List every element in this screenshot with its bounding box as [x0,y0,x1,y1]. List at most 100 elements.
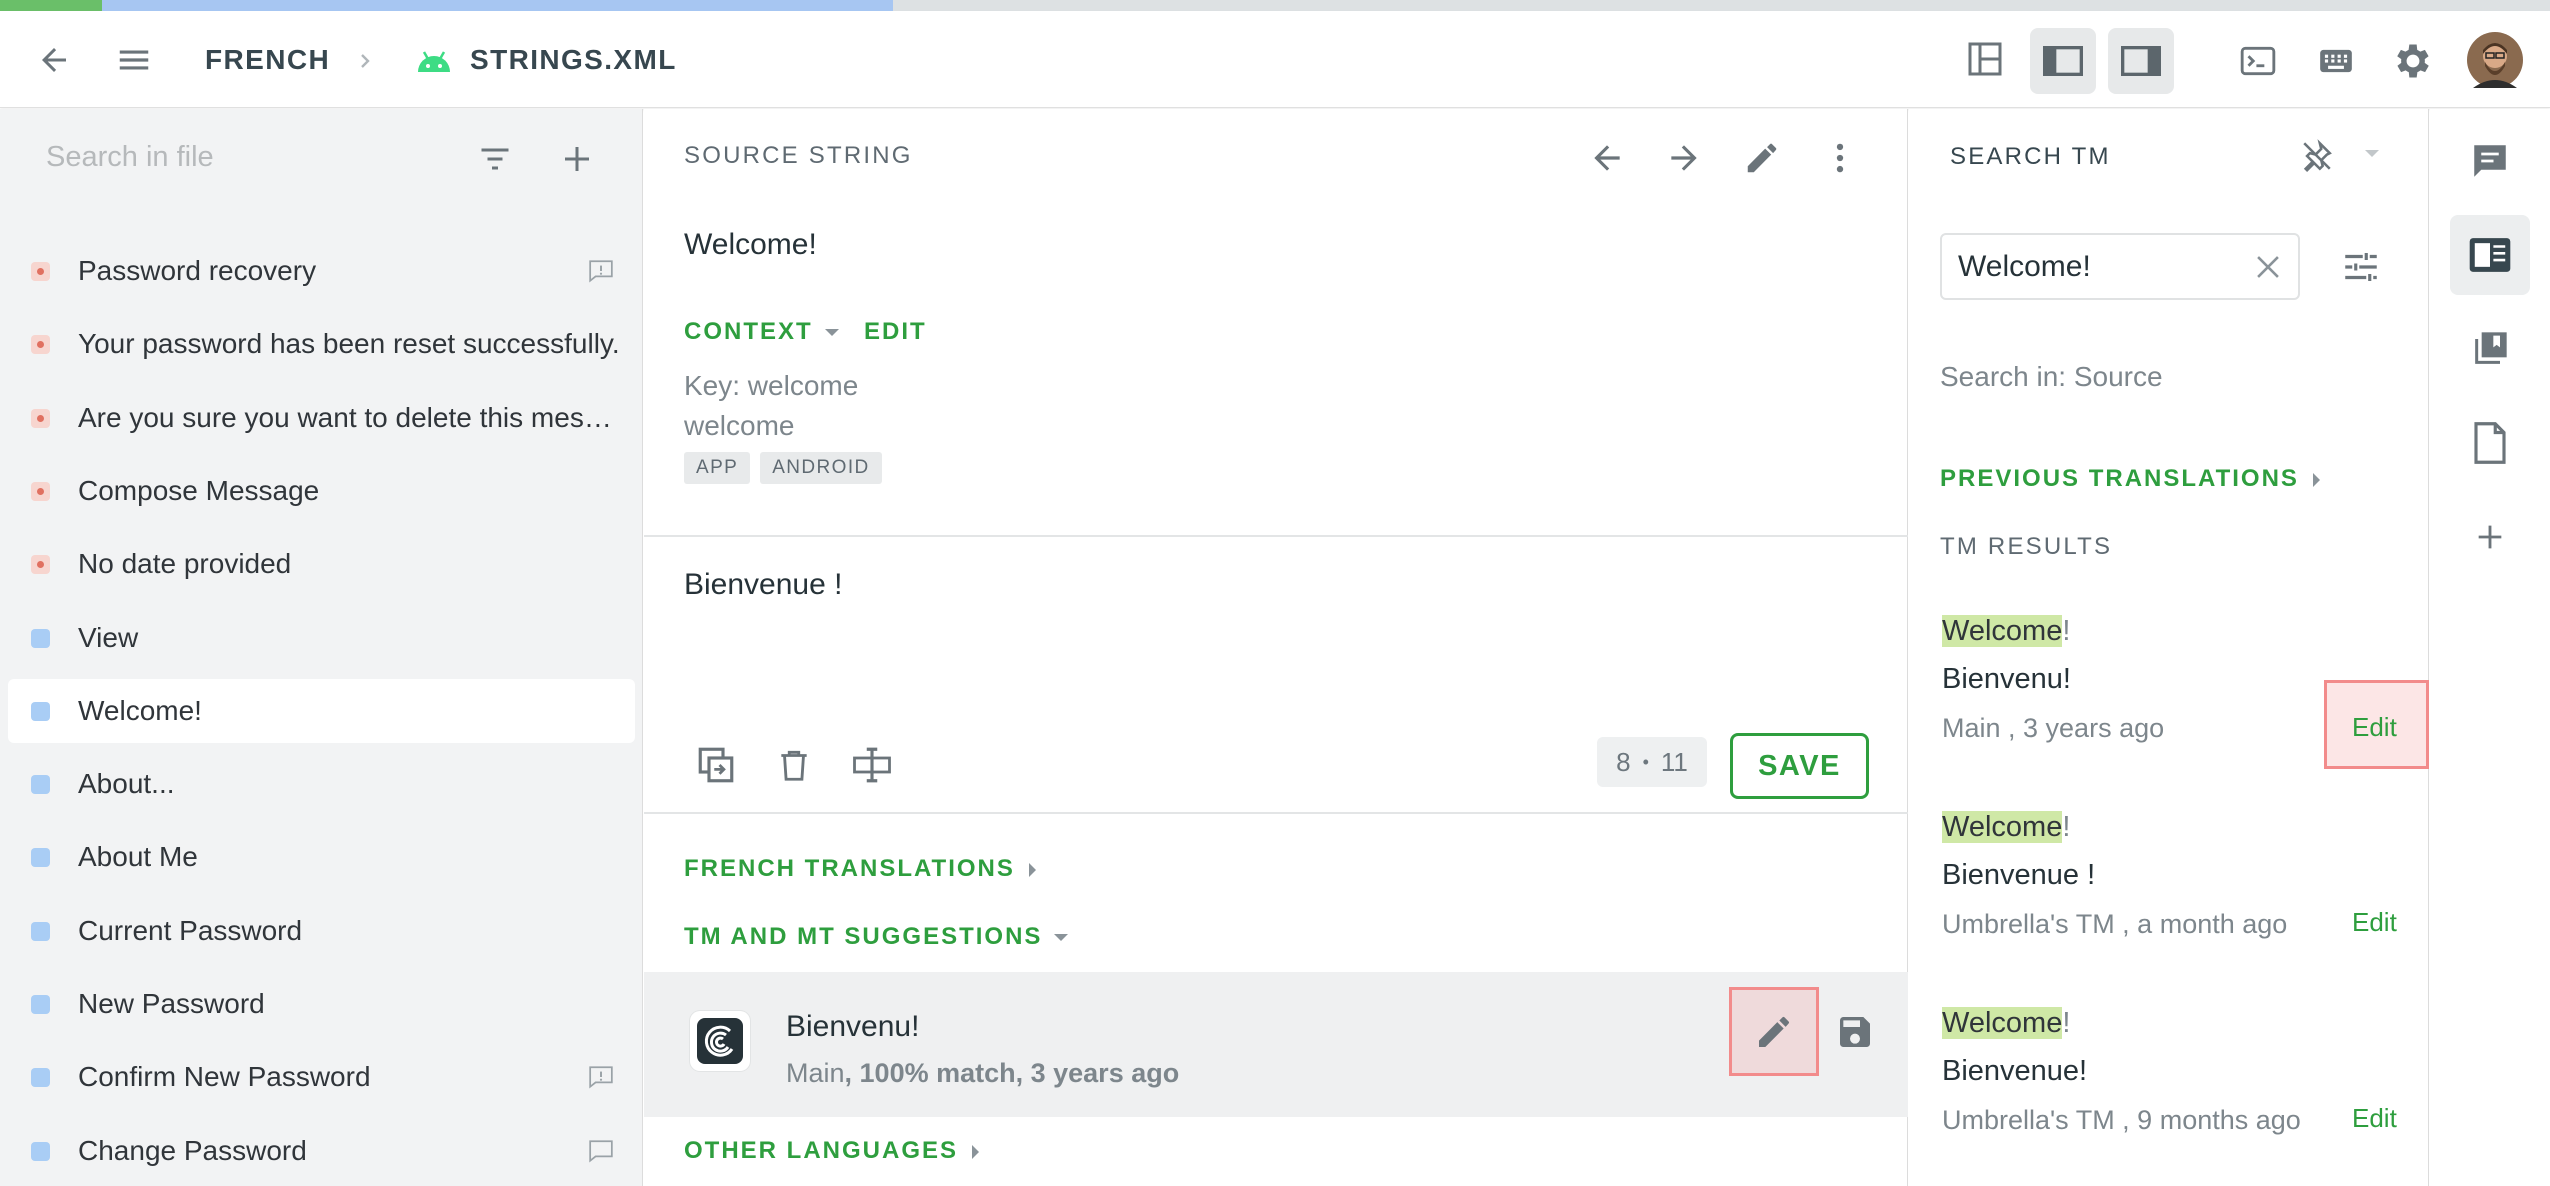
caret-down-icon [1054,934,1069,942]
panel-dropdown[interactable] [2365,147,2389,167]
editor-app: FRENCH STRINGS.XML Search in file Passwo… [0,0,2550,1186]
suggestion-meta-detail: , 100% match, 3 years ago [844,1058,1180,1088]
previous-translations-toggle[interactable]: PREVIOUS TRANSLATIONS [1940,465,2320,493]
string-list-item-label: View [78,621,139,653]
settings-button[interactable] [2385,33,2441,89]
previous-string-button[interactable] [1578,129,1636,187]
string-list-item[interactable]: Welcome! [8,678,635,743]
arrow-left-icon [42,48,66,72]
terminal-icon [2240,46,2276,76]
terminal-button[interactable] [2230,33,2286,89]
more-options-button[interactable] [1811,129,1869,187]
tm-result-meta: Main , 3 years ago [1942,713,2165,743]
glossary-tab[interactable] [2450,309,2530,389]
french-translations-toggle[interactable]: FRENCH TRANSLATIONS [684,855,1036,883]
tm-result-meta: Umbrella's TM , 9 months ago [1942,1105,2301,1135]
save-suggestion-button[interactable] [1827,1004,1883,1060]
search-in-file-input[interactable] [46,137,426,177]
glossary-icon [2475,332,2507,364]
layout-grid-button[interactable] [1954,28,2016,90]
tm-result: Welcome! Bienvenue ! Umbrella's TM , a mon… [1909,803,2429,983]
string-list-item-label: Your password has been reset successfull… [78,328,620,360]
string-list-item-label: About Me [78,841,198,873]
file-info-tab[interactable] [2450,403,2530,483]
tm-result: Welcome! Bienvenu! Main , 3 years ago Edit [1909,607,2429,787]
menu-button[interactable] [106,35,162,85]
tm-mt-suggestions-label: TM AND MT SUGGESTIONS [684,923,1043,950]
comment-icon [588,1139,614,1168]
string-list-item[interactable]: Password recovery [8,239,635,303]
tm-result-edit-link[interactable]: Edit [2352,907,2397,938]
breadcrumb-language[interactable]: FRENCH [205,11,330,108]
edit-suggestion-button[interactable] [1736,994,1812,1070]
string-list-item[interactable]: Confirm New Password [8,1045,635,1109]
progress-approved-segment [0,0,102,11]
strings-sidebar: Password recovery Your password has been … [0,109,643,1186]
add-string-button[interactable] [552,134,602,184]
user-avatar-button[interactable] [2465,30,2525,90]
string-list-item-label: Are you sure you want to delete this mes… [78,401,623,433]
special-chars-button[interactable] [844,737,900,793]
tm-settings-button[interactable] [2331,237,2391,297]
string-list-item[interactable]: About Me [8,825,635,889]
suggestion-row[interactable]: Bienvenu! Main, 100% match, 3 years ago [644,972,1908,1117]
layout-right-sidebar-icon [2121,46,2161,76]
string-list-item[interactable]: Your password has been reset successfull… [8,312,635,376]
string-list-item-label: Compose Message [78,474,320,506]
comments-tab[interactable] [2450,121,2530,201]
string-list-item[interactable]: New Password [8,972,635,1036]
tm-result-edit-link[interactable]: Edit [2352,1103,2397,1134]
untranslated-status-icon [31,335,50,355]
tm-result-edit-link[interactable]: Edit [2352,712,2397,743]
tm-search-input[interactable] [1958,247,2238,287]
breadcrumb-file[interactable]: STRINGS.XML [470,11,677,108]
counter-separator: • [1642,751,1649,772]
translation-editor: SOURCE STRING Welcome! CONTEXT EDIT Key:… [644,109,1908,1186]
back-button[interactable] [26,35,82,85]
string-list-item[interactable]: Are you sure you want to delete this mes… [8,386,635,450]
untranslated-status-icon [31,555,50,575]
next-string-button[interactable] [1655,129,1713,187]
arrow-right-icon [1671,145,1697,171]
caret-right-icon [1028,862,1036,877]
keyboard-shortcuts-button[interactable] [2308,33,2364,89]
pin-panel-button[interactable] [2292,131,2342,181]
translation-textarea[interactable]: Bienvenue ! [684,568,1864,688]
tm-results-heading: TM RESULTS [1940,533,2113,560]
filter-button[interactable] [470,134,520,184]
tm-panel-tab[interactable] [2450,215,2530,295]
string-list-item[interactable]: Current Password [8,899,635,963]
character-counter: 8 • 11 [1597,737,1707,787]
string-list-item[interactable]: About... [8,752,635,816]
add-panel-tab[interactable] [2450,497,2530,577]
crowdin-logo [690,1011,750,1071]
hamburger-icon [119,50,149,70]
string-list-item[interactable]: No date provided [8,532,635,596]
string-list-item-label: Current Password [78,914,303,946]
context-toggle[interactable]: CONTEXT [684,318,839,346]
string-list-item-label: No date provided [78,548,292,580]
layout-right-sidebar-button[interactable] [2108,28,2174,94]
string-list-item[interactable]: View [8,606,635,670]
edit-source-button[interactable] [1733,129,1791,187]
copy-source-button[interactable] [688,737,744,793]
string-list-item-label: About... [78,768,175,800]
filter-icon [481,148,509,170]
clear-translation-button[interactable] [766,737,822,793]
string-list-item[interactable]: Change Password [8,1119,635,1183]
progress-translated-segment [102,0,893,11]
clear-search-button[interactable] [2246,245,2290,289]
floppy-disk-icon [1840,1017,1870,1047]
context-edit-link[interactable]: EDIT [864,318,927,346]
layout-left-sidebar-button[interactable] [2030,28,2096,94]
copy-source-icon [698,747,734,783]
pencil-icon [1747,143,1777,173]
tm-panel-title: SEARCH TM [1950,143,2111,170]
string-list-item[interactable]: Compose Message [8,459,635,523]
tm-mt-suggestions-toggle[interactable]: TM AND MT SUGGESTIONS [684,923,1069,951]
other-languages-toggle[interactable]: OTHER LANGUAGES [684,1137,980,1165]
save-button[interactable]: SAVE [1730,733,1869,799]
counter-translation: 11 [1660,746,1688,777]
other-languages-label: OTHER LANGUAGES [684,1137,959,1164]
context-value: welcome [684,410,795,441]
